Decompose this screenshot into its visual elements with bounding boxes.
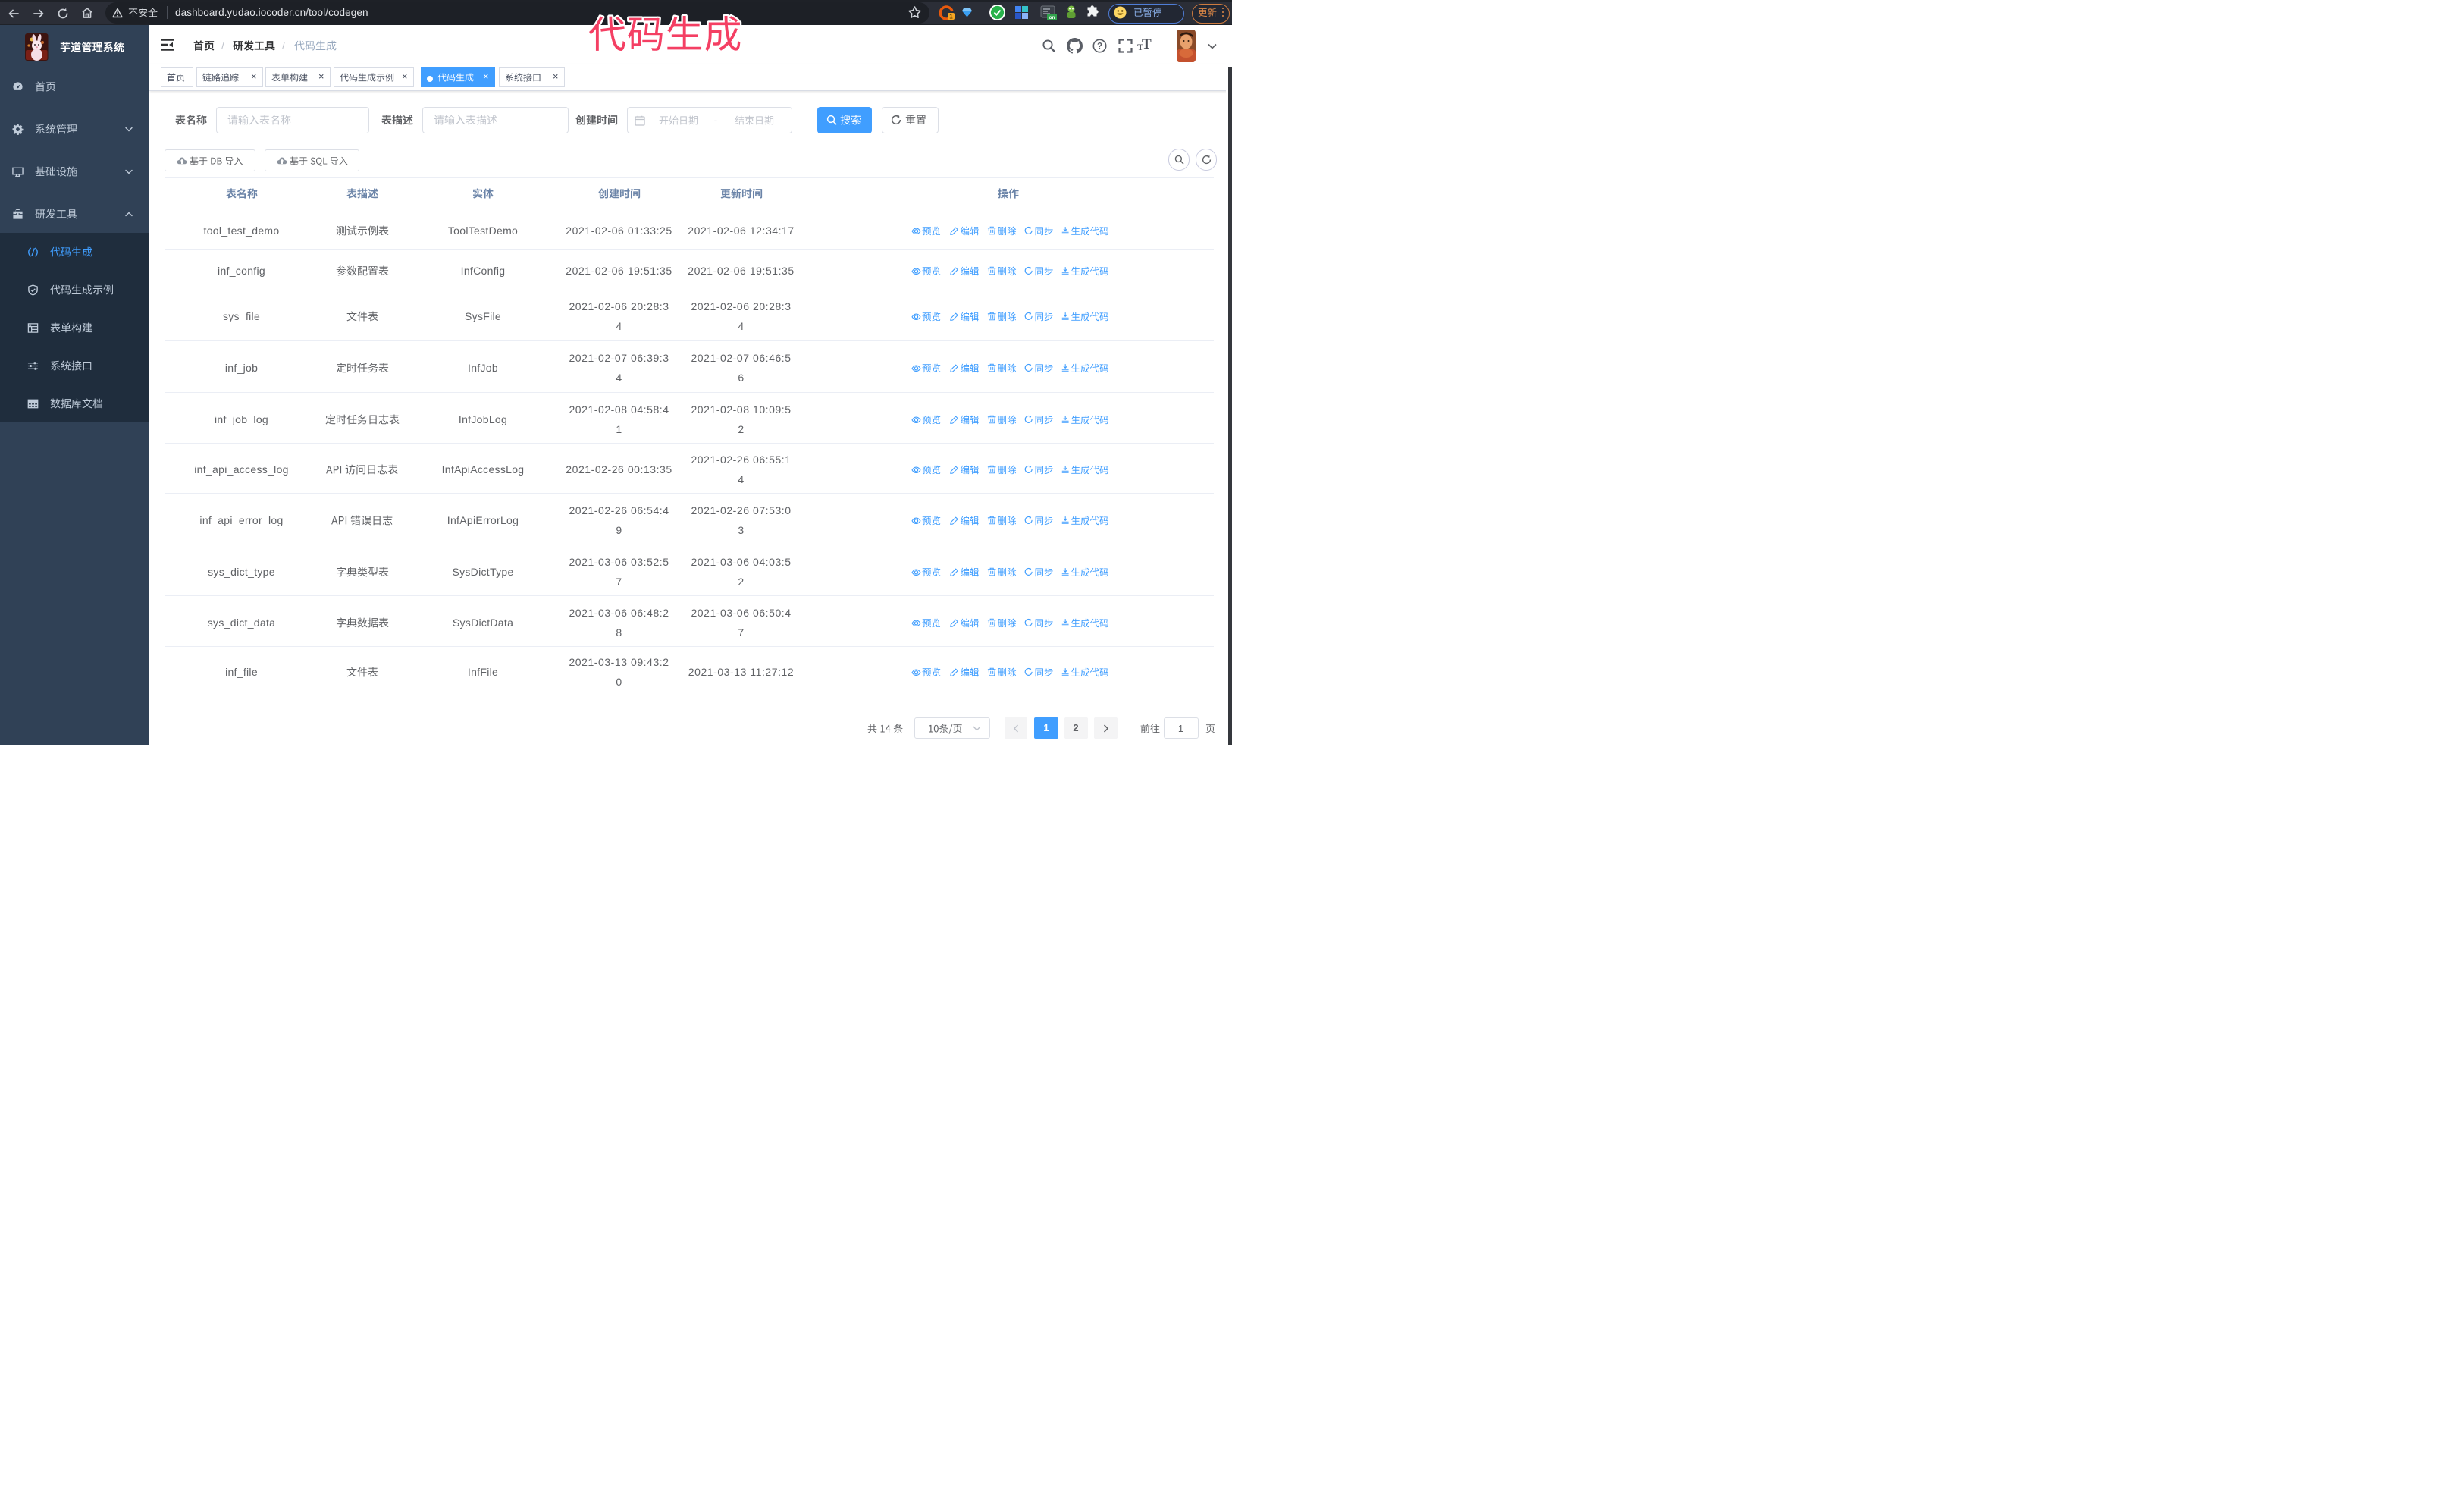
svg-text:?: ? <box>1097 42 1102 51</box>
svg-text:on: on <box>1049 15 1055 20</box>
svg-text:1: 1 <box>949 13 953 20</box>
